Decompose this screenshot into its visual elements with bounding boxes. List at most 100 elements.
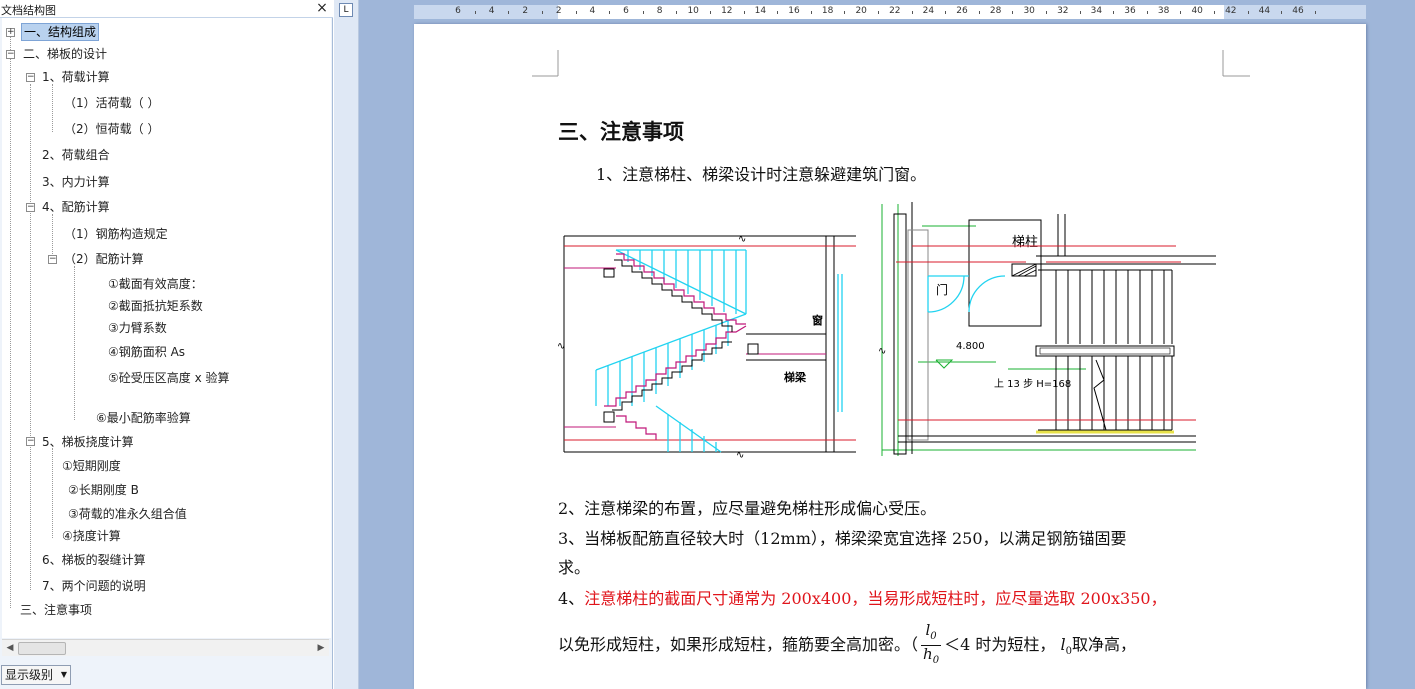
ruler-tick (743, 11, 745, 14)
ruler-tick (575, 11, 577, 14)
tab-selector-icon[interactable]: L (339, 3, 353, 17)
tree-guide-line (10, 36, 11, 608)
tree-item-rebar-rules[interactable]: （1）钢筋构造规定 (62, 225, 170, 243)
ruler-number: 4 (488, 6, 495, 16)
tree-item-compression-zone[interactable]: ⑤砼受压区高度 x 验算 (106, 369, 232, 387)
tree-item-load-calc[interactable]: 1、荷载计算 (40, 68, 112, 86)
ruler-tick (878, 11, 879, 14)
tree-guide-line (30, 84, 31, 590)
ruler-number: 14 (754, 6, 767, 16)
tree-item-long-stiffness[interactable]: ②长期刚度 B (66, 481, 141, 499)
paragraph-5: 以免形成短柱，如果形成短柱，箍筋要全高加密。（ l0 h0 ＜4 时为短柱， l0取净… (558, 622, 1136, 669)
tree-item-lever-arm[interactable]: ③力臂系数 (106, 319, 169, 337)
paragraph-4-red-text: 注意梯柱的截面尺寸通常为 200x400，当易形成短柱时，应尽量选取 200x3… (584, 589, 1167, 608)
tree-item-internal-force[interactable]: 3、内力计算 (40, 173, 112, 191)
tree-item-min-ratio[interactable]: ⑥最小配筋率验算 (94, 409, 193, 427)
ruler-tick (810, 11, 812, 14)
ruler-tick (911, 11, 913, 14)
tree-item-deflection-calc[interactable]: ④挠度计算 (60, 527, 123, 545)
svg-text:∿: ∿ (557, 341, 565, 352)
ruler-tick (1146, 11, 1148, 14)
expand-icon[interactable]: + (6, 28, 15, 37)
ruler-tick (1281, 11, 1283, 14)
paragraph-2: 2、注意梯梁的布置，应尽量避免梯柱形成偏心受压。 (558, 499, 937, 518)
ratio-fraction: l0 h0 (921, 622, 942, 669)
document-page[interactable]: 三、注意事项 1、注意梯柱、梯梁设计时注意躲避建筑门窗。 ∿ ∿ ∿ 窗 梯梁 … (414, 24, 1366, 689)
document-map-tree: + − − − − − 一、结构组成 二、梯板的设计 1、荷载计算 （1）活荷载… (2, 18, 331, 638)
crop-mark (1222, 50, 1250, 77)
tree-item-moment-coefficient[interactable]: ②截面抵抗矩系数 (106, 297, 205, 315)
document-map-pane: 文档结构图 × + − − − − − 一、结构组成 二、梯板的设计 1、荷载计… (0, 0, 333, 689)
ruler-tick (978, 11, 980, 14)
svg-text:∿: ∿ (738, 234, 746, 245)
ruler-tick (508, 11, 510, 14)
horizontal-scrollbar[interactable]: ◀ ▶ (2, 639, 329, 656)
tree-item-crack-calc[interactable]: 6、梯板的裂缝计算 (40, 551, 148, 569)
ruler-tick (1247, 11, 1249, 14)
ruler-number: 2 (522, 6, 529, 16)
tree-item-effective-height[interactable]: ①截面有效高度： (106, 275, 205, 293)
tree-item-structure-composition[interactable]: 一、结构组成 (21, 23, 100, 41)
ruler-number: 26 (956, 6, 968, 16)
tree-item-quasi-permanent[interactable]: ③荷载的准永久组合值 (66, 505, 189, 523)
ruler-tick (1214, 11, 1215, 14)
ruler-tick (1012, 11, 1014, 14)
ruler-tick (609, 11, 611, 14)
show-level-label: 显示级别 (5, 668, 54, 682)
horizontal-ruler[interactable]: 6 4 2 2 4 6 8 10 12 14 16 18 20 22 24 26 28 30 32 34 36 38 40 4… (414, 5, 1366, 19)
scrollbar-thumb[interactable] (18, 642, 66, 655)
tree-guide-line (52, 84, 53, 132)
tree-item-slab-design[interactable]: 二、梯板的设计 (21, 45, 109, 63)
stair-plan-drawing: ∿ ∿ ∿ 窗 梯梁 (557, 234, 856, 459)
tree-item-live-load[interactable]: （1）活荷载（ ） (62, 94, 161, 112)
stair-drawings-figure: ∿ ∿ ∿ 窗 梯梁 梯柱 门 4.800 上 13 步 H=168 ∿ (557, 202, 1216, 459)
window-label: 窗 (812, 313, 823, 327)
scroll-left-icon[interactable]: ◀ (4, 642, 16, 654)
paragraph-5-text: 以免形成短柱，如果形成短柱，箍筋要全高加密。（ (558, 635, 919, 654)
collapse-icon[interactable]: − (26, 437, 35, 446)
tree-item-load-combination[interactable]: 2、荷载组合 (40, 146, 112, 164)
paragraph-1: 1、注意梯柱、梯梁设计时注意躲避建筑门窗。 (596, 165, 927, 184)
section-heading: 三、注意事项 (558, 119, 684, 144)
ruler-number: 10 (687, 6, 699, 16)
ruler-tick (844, 11, 846, 14)
ruler-number: 6 (455, 6, 461, 16)
ruler-number: 24 (922, 6, 935, 16)
show-level-dropdown[interactable]: 显示级别 ▼ (1, 665, 71, 685)
ruler-number: 32 (1057, 6, 1069, 16)
scroll-right-icon[interactable]: ▶ (315, 642, 327, 654)
steps-label: 上 13 步 H=168 (994, 378, 1071, 390)
ruler-tick (777, 11, 779, 14)
ruler-number: 42 (1225, 6, 1237, 16)
dropdown-arrow-icon: ▼ (60, 670, 67, 679)
document-map-titlebar: 文档结构图 × (0, 0, 333, 18)
ruler-number: 12 (721, 6, 733, 16)
ruler-tick (710, 11, 711, 14)
collapse-icon[interactable]: − (6, 50, 15, 59)
tree-item-dead-load[interactable]: （2）恒荷载（ ） (62, 120, 161, 138)
ruler-tick (642, 11, 644, 14)
collapse-icon[interactable]: − (26, 203, 35, 212)
ruler-number: 6 (623, 6, 629, 16)
ruler-tick (474, 11, 476, 14)
ruler-number: 36 (1124, 6, 1136, 16)
tree-item-short-stiffness[interactable]: ①短期刚度 (60, 457, 123, 475)
ruler-number: 28 (989, 6, 1002, 16)
tree-item-deflection[interactable]: 5、梯板挠度计算 (40, 433, 136, 451)
paragraph-4: 4、注意梯柱的截面尺寸通常为 200x400，当易形成短柱时，应尽量选取 200… (558, 585, 1167, 609)
fraction-denominator-sub: 0 (932, 655, 940, 666)
tree-item-rebar-calc[interactable]: （2）配筋计算 (62, 250, 146, 268)
ruler-number: 40 (1191, 6, 1203, 16)
close-icon[interactable]: × (315, 1, 329, 16)
vertical-ruler: L (334, 0, 359, 689)
ruler-number: 18 (821, 6, 834, 16)
tree-item-notes[interactable]: 三、注意事项 (18, 601, 94, 619)
tree-item-rebar-area[interactable]: ④钢筋面积 As (106, 343, 187, 361)
tree-guide-line (74, 266, 75, 420)
tree-item-two-issues[interactable]: 7、两个问题的说明 (40, 577, 148, 595)
collapse-icon[interactable]: − (26, 73, 35, 82)
ruler-tick (542, 11, 543, 14)
tree-item-reinforcement[interactable]: 4、配筋计算 (40, 198, 112, 216)
collapse-icon[interactable]: − (48, 255, 57, 264)
stair-section-drawing: 梯柱 门 4.800 上 13 步 H=168 ∿ (878, 202, 1216, 456)
